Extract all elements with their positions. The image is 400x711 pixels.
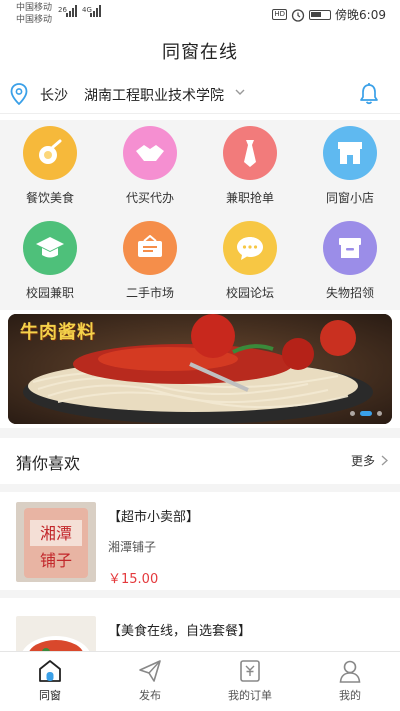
svg-text:湘潭: 湘潭 xyxy=(40,524,72,543)
hd-badge: HD xyxy=(272,9,288,20)
box-icon xyxy=(323,221,377,275)
city-selector[interactable]: 长沙 xyxy=(40,85,68,105)
chat-icon xyxy=(223,221,277,275)
more-label: 更多 xyxy=(350,454,375,468)
location-bar: 长沙 湖南工程职业技术学院 xyxy=(0,76,400,114)
title-bar: 同窗在线 xyxy=(0,30,400,76)
page-title: 同窗在线 xyxy=(162,42,238,63)
category-grid: 餐饮美食 代买代办 兼职抢单 同窗小店 校园兼职 二手市场 校园论坛 失物招领 xyxy=(0,120,400,310)
food-icon xyxy=(23,126,77,180)
category-label: 兼职抢单 xyxy=(225,191,274,205)
pagination-dot xyxy=(350,411,355,416)
category-campus-job[interactable]: 校园兼职 xyxy=(0,215,100,310)
product-name: 【美食在线，自选套餐】 xyxy=(108,624,252,639)
tab-orders[interactable]: 我的订单 xyxy=(200,658,300,703)
promo-banner[interactable]: 牛肉酱料 xyxy=(8,314,392,424)
category-label: 校园兼职 xyxy=(25,286,74,300)
category-parttime-order[interactable]: 兼职抢单 xyxy=(200,120,300,215)
product-thumbnail: 湘潭 铺子 xyxy=(16,502,96,582)
bottom-tab-bar: 同窗 发布 我的订单 我的 xyxy=(0,651,400,711)
graduation-cap-icon xyxy=(23,221,77,275)
tie-icon xyxy=(223,126,277,180)
tab-label: 发布 xyxy=(139,689,161,702)
shop-icon xyxy=(323,126,377,180)
category-label: 二手市场 xyxy=(125,286,174,300)
list-item[interactable]: 湘潭 铺子 【超市小卖部】 湘潭铺子 ￥15.00 xyxy=(0,492,400,598)
user-icon xyxy=(339,660,361,683)
category-shop[interactable]: 同窗小店 xyxy=(300,120,400,215)
category-food[interactable]: 餐饮美食 xyxy=(0,120,100,215)
tab-publish[interactable]: 发布 xyxy=(100,658,200,703)
signal-icon-2 xyxy=(90,5,101,17)
pagination-dot-active xyxy=(360,411,372,416)
status-time: 傍晚6:09 xyxy=(335,8,386,22)
category-secondhand[interactable]: 二手市场 xyxy=(100,215,200,310)
category-errand[interactable]: 代买代办 xyxy=(100,120,200,215)
product-shop: 湘潭铺子 xyxy=(108,540,157,554)
tab-label: 我的订单 xyxy=(228,689,272,702)
svg-text:铺子: 铺子 xyxy=(40,551,72,570)
divider xyxy=(0,428,400,438)
signal-icon xyxy=(66,5,77,17)
tab-profile[interactable]: 我的 xyxy=(300,658,400,703)
divider xyxy=(0,484,400,492)
recommend-header: 猜你喜欢 更多 xyxy=(0,438,400,484)
tab-home[interactable]: 同窗 xyxy=(0,658,100,703)
carrier-label-2: 中国移动 xyxy=(16,15,53,25)
tab-label: 同窗 xyxy=(39,689,61,702)
product-price: ￥15.00 xyxy=(108,572,159,587)
send-icon xyxy=(139,660,161,682)
alarm-icon xyxy=(291,8,305,22)
chevron-right-icon xyxy=(381,455,388,466)
category-label: 餐饮美食 xyxy=(25,191,74,205)
tab-label: 我的 xyxy=(339,689,361,702)
location-pin-icon[interactable] xyxy=(10,83,28,105)
category-label: 校园论坛 xyxy=(225,286,274,300)
more-link[interactable]: 更多 xyxy=(351,452,388,469)
banner-pagination xyxy=(350,411,382,416)
category-forum[interactable]: 校园论坛 xyxy=(200,215,300,310)
handshake-icon xyxy=(123,126,177,180)
status-bar: 中国移动 中国移动 26 4G HD 傍晚6:09 xyxy=(0,0,400,30)
chevron-down-icon[interactable] xyxy=(235,88,245,96)
section-title: 猜你喜欢 xyxy=(16,454,81,473)
carrier-label-1: 中国移动 xyxy=(16,3,53,13)
category-label: 同窗小店 xyxy=(325,191,374,205)
banner-title: 牛肉酱料 xyxy=(20,322,96,343)
order-icon xyxy=(240,660,260,682)
pagination-dot xyxy=(377,411,382,416)
category-label: 失物招领 xyxy=(325,286,374,300)
category-lost-found[interactable]: 失物招领 xyxy=(300,215,400,310)
bell-icon[interactable] xyxy=(358,82,380,106)
home-icon xyxy=(39,660,61,682)
product-name: 【超市小卖部】 xyxy=(108,510,200,525)
category-label: 代买代办 xyxy=(125,191,174,205)
school-selector[interactable]: 湖南工程职业技术学院 xyxy=(84,85,224,105)
battery-icon xyxy=(309,9,332,20)
secondhand-icon xyxy=(123,221,177,275)
